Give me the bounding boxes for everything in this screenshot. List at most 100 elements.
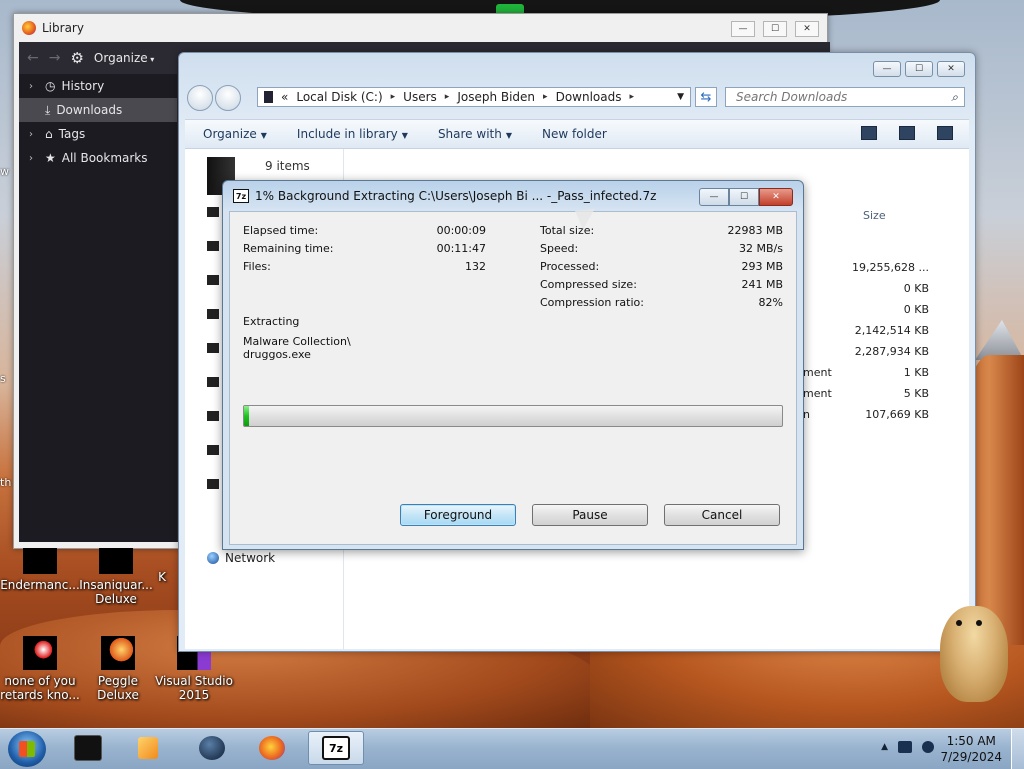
taskbar-app-firefox[interactable] [244, 731, 300, 765]
organize-button[interactable]: Organize ▼ [203, 127, 267, 141]
extraction-dialog[interactable]: 7z 1% Background Extracting C:\Users\Jos… [222, 180, 804, 550]
size-column: 19,255,628 ... 0 KB 0 KB 2,142,514 KB 2,… [825, 257, 929, 425]
preview-pane-icon[interactable] [899, 126, 915, 140]
explorer-window-controls: — ☐ ✕ [873, 61, 965, 77]
desktop-icon-partial[interactable]: K [142, 570, 182, 584]
chevron-right-icon[interactable]: ▸ [629, 92, 634, 102]
sidebar-item-label: History [61, 79, 105, 93]
breadcrumb-joseph-biden[interactable]: Joseph Biden [457, 90, 535, 104]
dialog-title: 1% Background Extracting C:\Users\Joseph… [255, 189, 657, 203]
desktop-edge-label-1: w [0, 165, 9, 178]
back-button[interactable] [187, 85, 213, 111]
taskbar-app-7zip[interactable]: 7z [308, 731, 364, 765]
sidebar-item-tags[interactable]: › ⌂ Tags [19, 122, 177, 146]
star-icon: ★ [45, 151, 56, 165]
chevron-right-icon[interactable]: › [29, 81, 39, 92]
network-tray-icon[interactable] [898, 741, 912, 753]
size-cell: 2,142,514 KB [854, 324, 929, 337]
new-folder-button[interactable]: New folder [542, 127, 607, 141]
maximize-button[interactable]: ☐ [905, 61, 933, 77]
view-controls [861, 126, 953, 140]
firefox-icon [259, 736, 285, 760]
share-with-button[interactable]: Share with ▼ [438, 127, 512, 141]
breadcrumb-downloads[interactable]: Downloads [556, 90, 622, 104]
gear-icon[interactable]: ⚙ [70, 49, 83, 67]
breadcrumb-local-disk[interactable]: Local Disk (C:) [296, 90, 382, 104]
taskbar: 7z ▲ 1:50 AM 7/29/2024 [0, 728, 1024, 769]
minimize-button[interactable]: — [873, 61, 901, 77]
volume-tray-icon[interactable] [922, 741, 934, 753]
progress-fill [244, 406, 250, 426]
start-button[interactable] [8, 731, 46, 767]
include-in-library-button[interactable]: Include in library ▼ [297, 127, 408, 141]
processed-label: Processed: [540, 260, 600, 273]
sidebar-item-downloads[interactable]: ⤓ Downloads [19, 98, 177, 122]
sidebar-item-history[interactable]: › ◷ History [19, 74, 177, 98]
cancel-button[interactable]: Cancel [664, 504, 780, 526]
close-button[interactable]: ✕ [937, 61, 965, 77]
taskbar-app-explorer[interactable] [60, 731, 116, 765]
minimize-button[interactable]: — [699, 188, 729, 206]
chevron-right-icon[interactable]: ▸ [543, 92, 548, 102]
maximize-button[interactable]: ☐ [763, 21, 787, 37]
clock[interactable]: 1:50 AM 7/29/2024 [940, 733, 1002, 765]
search-box[interactable]: ⌕ [725, 87, 965, 107]
help-icon[interactable] [937, 126, 953, 140]
7zip-icon: 7z [233, 189, 249, 203]
address-bar[interactable]: « Local Disk (C:) ▸ Users ▸ Joseph Biden ▸ … [257, 87, 691, 107]
desktop-icon-peggle[interactable]: Peggle Deluxe [78, 636, 158, 702]
address-overflow[interactable]: « [281, 90, 288, 104]
forward-button[interactable] [215, 85, 241, 111]
sidebar-item-label: All Bookmarks [61, 151, 148, 165]
nav-item-network[interactable]: Network [207, 551, 275, 565]
clock-time: 1:50 AM [946, 734, 996, 748]
back-arrow-icon[interactable]: ← [27, 50, 39, 66]
current-path-folder: Malware Collection\ [243, 335, 351, 348]
chevron-right-icon[interactable]: › [29, 129, 39, 140]
forward-arrow-icon[interactable]: → [49, 50, 61, 66]
operation-status: Extracting [243, 315, 300, 328]
show-desktop-button[interactable] [1011, 729, 1024, 769]
chevron-right-icon[interactable]: ▸ [445, 92, 450, 102]
system-tray: ▲ [881, 741, 934, 753]
minimize-button[interactable]: — [731, 21, 755, 37]
close-button[interactable]: ✕ [795, 21, 819, 37]
speed-value: 32 MB/s [739, 242, 783, 255]
sidebar-item-all-bookmarks[interactable]: › ★ All Bookmarks [19, 146, 177, 170]
peggle-icon [101, 636, 135, 670]
chevron-right-icon[interactable]: › [29, 153, 39, 164]
breadcrumb-users[interactable]: Users [403, 90, 437, 104]
maximize-button[interactable]: ☐ [729, 188, 759, 206]
foreground-button[interactable]: Foreground [400, 504, 516, 526]
close-button[interactable]: ✕ [759, 188, 793, 206]
desktop-icon-endermanch[interactable]: Endermanc... [0, 548, 80, 592]
column-header-size[interactable]: Size [863, 209, 886, 222]
pause-button[interactable]: Pause [532, 504, 648, 526]
taskbar-app-globe[interactable] [184, 731, 240, 765]
total-size-label: Total size: [540, 224, 595, 237]
processed-value: 293 MB [741, 260, 783, 273]
refresh-button[interactable]: ⇆ [695, 87, 717, 107]
address-dropdown-icon[interactable]: ▼ [677, 92, 684, 102]
compression-ratio-value: 82% [758, 296, 783, 309]
7zip-icon: 7z [322, 736, 350, 760]
type-cell: n [803, 408, 810, 421]
media-player-icon [138, 737, 158, 759]
change-view-icon[interactable] [861, 126, 877, 140]
chevron-right-icon[interactable]: ▸ [391, 92, 396, 102]
sidebar-item-label: Tags [58, 127, 86, 141]
show-hidden-icons-arrow-icon[interactable]: ▲ [881, 742, 888, 752]
desktop-icon-file[interactable]: none of you retards kno... [0, 636, 80, 702]
refresh-icon: ⇆ [700, 89, 712, 105]
search-icon[interactable]: ⌕ [951, 90, 958, 105]
nav-item-label: Network [225, 551, 276, 565]
size-cell: 0 KB [903, 303, 929, 316]
search-input[interactable] [734, 89, 938, 105]
dialog-titlebar[interactable]: 7z 1% Background Extracting C:\Users\Jos… [233, 189, 656, 203]
compression-ratio-label: Compression ratio: [540, 296, 644, 309]
taskbar-app-media-player[interactable] [120, 731, 176, 765]
hamster-desktop-pet[interactable] [940, 606, 1008, 702]
library-titlebar[interactable]: Library [14, 14, 827, 42]
globe-icon [199, 736, 225, 760]
organize-menu[interactable]: Organize ▾ [94, 51, 154, 65]
